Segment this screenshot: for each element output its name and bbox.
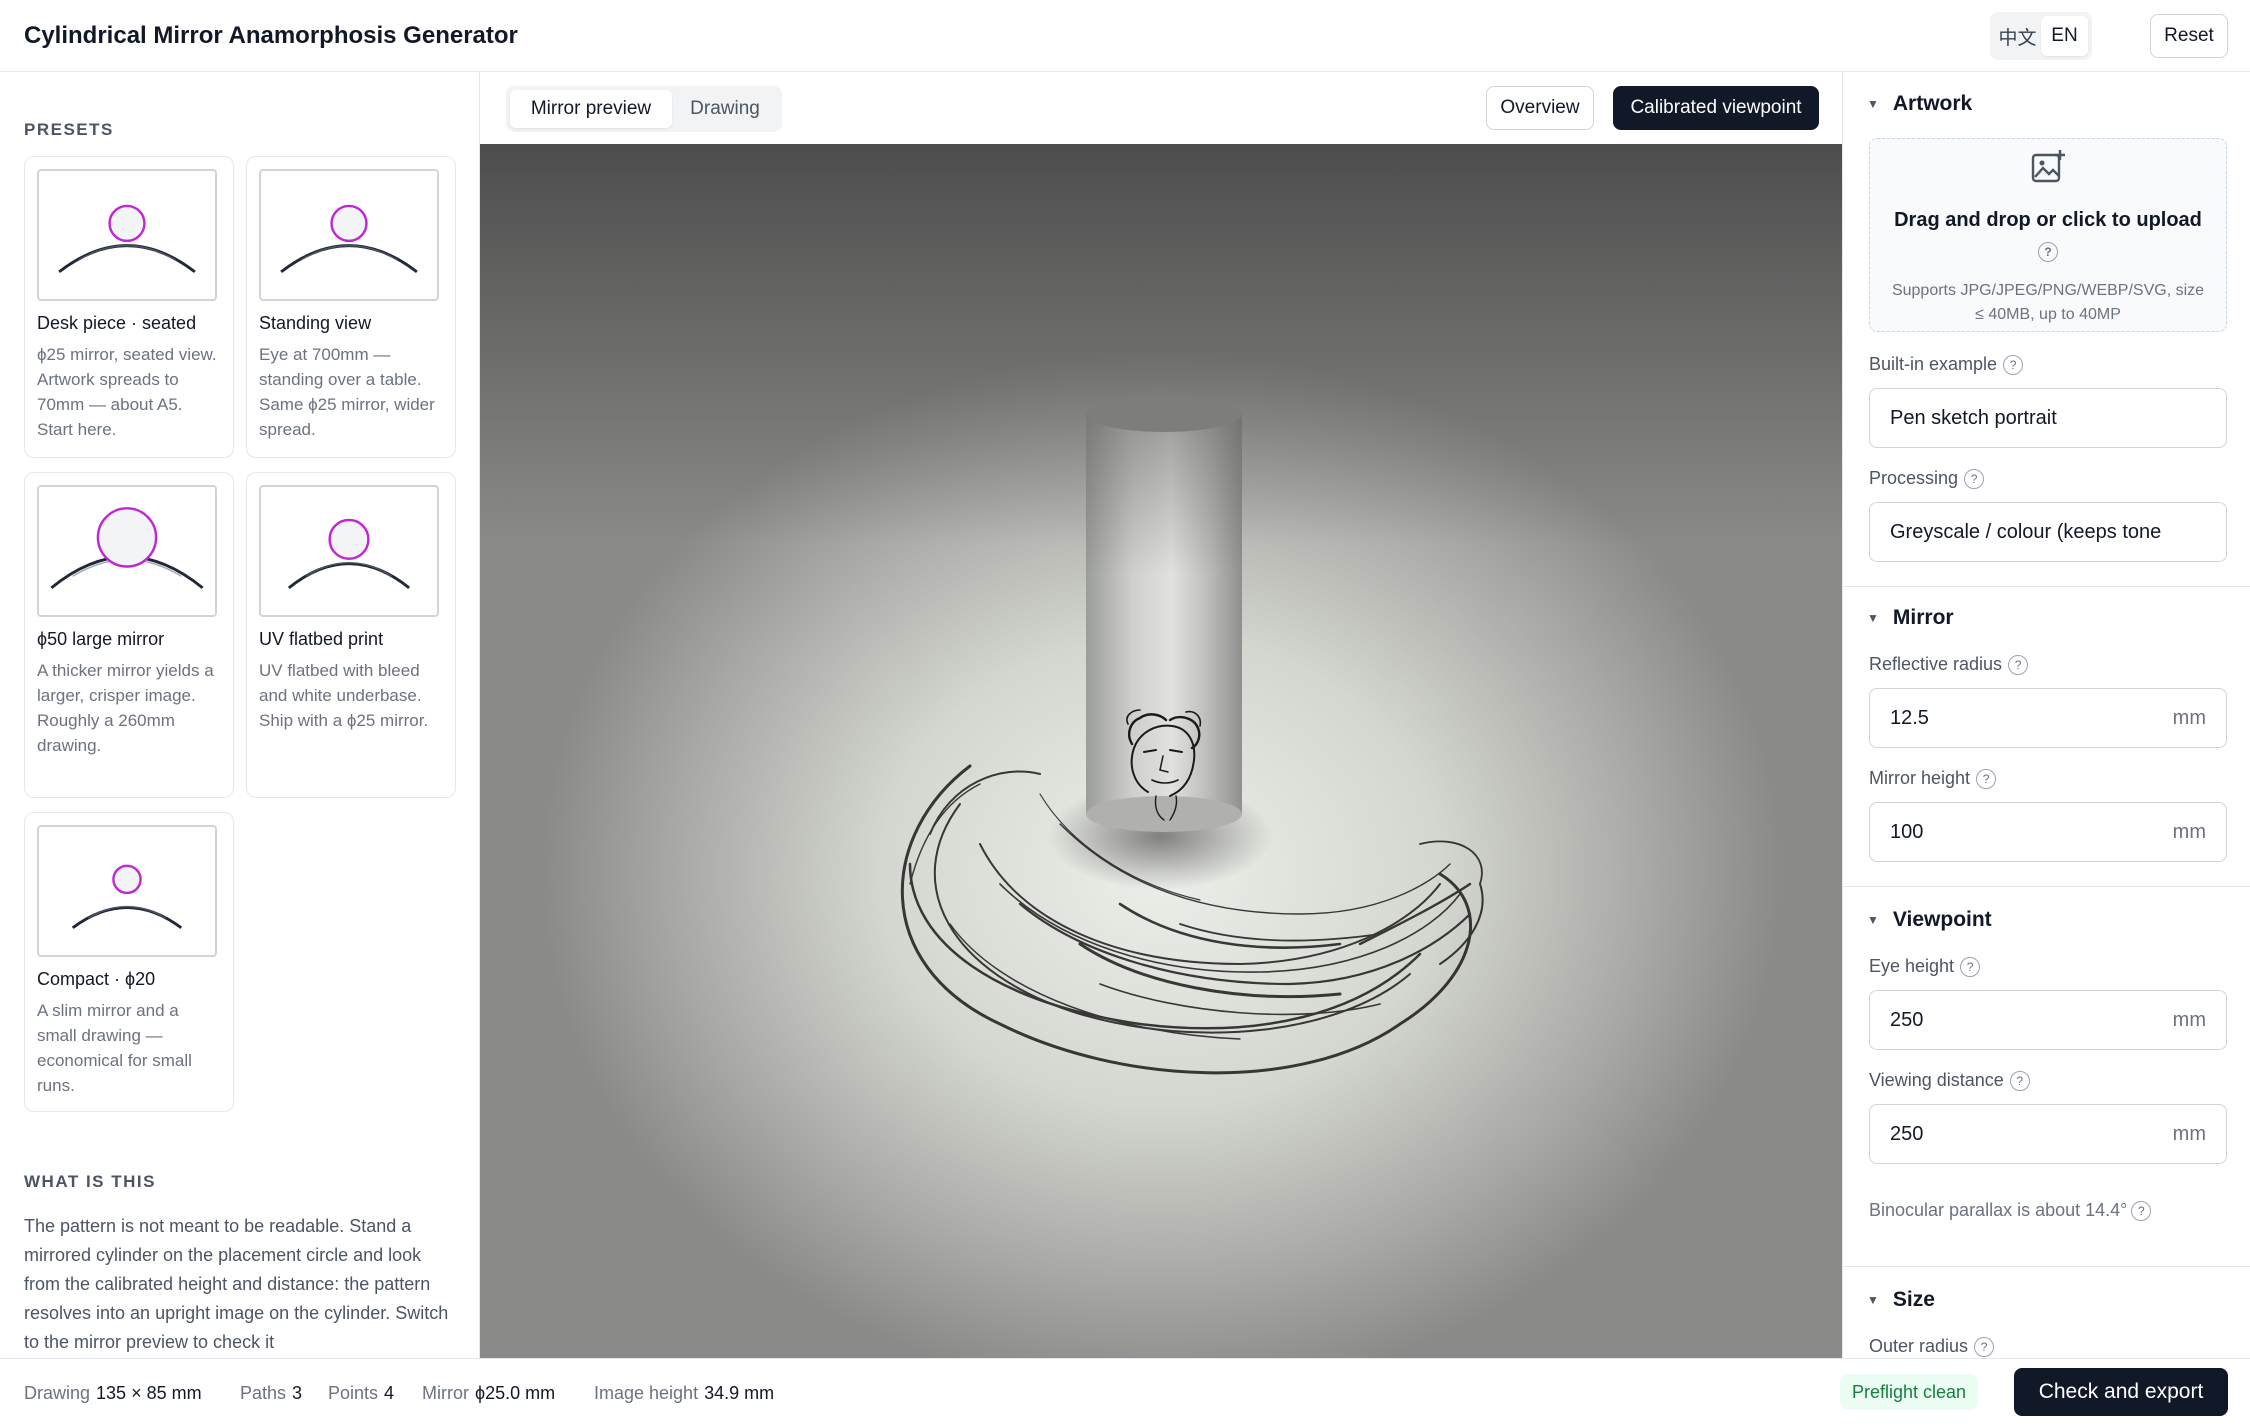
artwork-upload-dropzone[interactable]: Drag and drop or click to upload ? Suppo… — [1869, 138, 2227, 332]
section-title: Viewpoint — [1892, 908, 1992, 931]
parallax-hint: Binocular parallax is about 14.4°? — [1869, 1200, 2152, 1221]
preset-thumbnail — [37, 485, 217, 617]
preview-area: Mirror preview Drawing Overview Calibrat… — [480, 72, 1842, 1358]
calibrated-viewpoint-button[interactable]: Calibrated viewpoint — [1613, 86, 1819, 130]
preset-thumbnail — [37, 825, 217, 957]
status-bar: Drawing 135 × 85 mm Paths 3 Points 4 Mirror… — [0, 1358, 2250, 1425]
artwork-section-toggle[interactable]: ▼ Artwork — [1867, 92, 1972, 116]
presets-heading: PRESETS — [24, 120, 114, 139]
preset-description: UV flatbed with bleed and white underbas… — [259, 661, 429, 730]
section-title: Mirror — [1892, 606, 1954, 629]
mirror-preview-canvas[interactable] — [480, 144, 1842, 1358]
tab-drawing[interactable]: Drawing — [672, 90, 778, 128]
preset-name: ϕ50 large mirror — [37, 629, 165, 649]
presets-sidebar: PRESETS Desk piece · seated ϕ25 mirror, … — [0, 72, 480, 1358]
mirror-section-toggle[interactable]: ▼ Mirror — [1867, 606, 1954, 630]
caret-down-icon: ▼ — [1867, 611, 1879, 625]
preset-thumbnail — [37, 169, 217, 301]
stat-paths: Paths 3 — [240, 1383, 303, 1403]
language-switch: 中文 EN — [1990, 12, 2092, 60]
preset-description: A slim mirror and a small drawing — econ… — [37, 1001, 192, 1095]
caret-down-icon: ▼ — [1867, 97, 1879, 111]
about-heading: WHAT IS THIS — [24, 1172, 156, 1191]
viewpoint-section-toggle[interactable]: ▼ Viewpoint — [1867, 908, 1992, 932]
stat-points: Points 4 — [328, 1383, 395, 1403]
help-icon[interactable]: ? — [2003, 354, 2024, 375]
section-divider — [1843, 886, 2250, 887]
eye-height-input[interactable]: 250 mm — [1869, 990, 2227, 1050]
tab-mirror-preview[interactable]: Mirror preview — [510, 90, 672, 128]
processing-label: Processing? — [1869, 468, 1985, 489]
processing-select[interactable]: Greyscale / colour (keeps tone — [1869, 502, 2227, 562]
preset-name: Standing view — [259, 313, 372, 333]
preset-card-large-mirror[interactable]: ϕ50 large mirror A thicker mirror yields… — [24, 472, 234, 798]
section-title: Size — [1892, 1288, 1935, 1311]
image-upload-icon — [2031, 150, 2065, 183]
section-divider — [1843, 1266, 2250, 1267]
check-export-button[interactable]: Check and export — [2014, 1368, 2228, 1416]
mirror-scene — [901, 396, 1484, 1075]
lang-zh-button[interactable]: 中文 — [1994, 16, 2041, 56]
reflective-radius-input[interactable]: 12.5 mm — [1869, 688, 2227, 748]
help-icon[interactable]: ? — [1974, 1336, 1995, 1357]
help-icon[interactable]: ? — [2038, 242, 2058, 262]
help-icon[interactable]: ? — [2009, 1070, 2030, 1091]
example-select[interactable]: Pen sketch portrait — [1869, 388, 2227, 448]
stat-drawing: Drawing 135 × 85 mm — [24, 1383, 202, 1403]
help-icon[interactable]: ? — [1960, 956, 1981, 977]
help-icon[interactable]: ? — [1964, 468, 1985, 489]
preset-name: Desk piece · seated — [37, 313, 197, 333]
viewing-distance-input[interactable]: 250 mm — [1869, 1104, 2227, 1164]
preset-description: ϕ25 mirror, seated view. Artwork spreads… — [37, 345, 217, 439]
about-text: The pattern is not meant to be readable.… — [24, 1216, 449, 1352]
preset-card-uv-flatbed[interactable]: UV flatbed print UV flatbed with bleed a… — [246, 472, 456, 798]
app-title: Cylindrical Mirror Anamorphosis Generato… — [24, 22, 518, 49]
preset-name: UV flatbed print — [259, 629, 384, 649]
overview-button[interactable]: Overview — [1486, 86, 1594, 130]
view-mode-tabs: Mirror preview Drawing — [506, 86, 782, 132]
help-icon[interactable]: ? — [2008, 654, 2029, 675]
preset-card-compact[interactable]: Compact · ϕ20 A slim mirror and a small … — [24, 812, 234, 1112]
mirror-height-label: Mirror height? — [1869, 768, 1997, 789]
preset-thumbnail — [259, 485, 439, 617]
eye-height-label: Eye height? — [1869, 956, 1981, 977]
stat-image-height: Image height 34.9 mm — [594, 1383, 775, 1403]
upload-hint: Supports JPG/JPEG/PNG/WEBP/SVG, size ≤ 4… — [1891, 282, 2205, 323]
mirror-height-input[interactable]: 100 mm — [1869, 802, 2227, 862]
viewing-distance-label: Viewing distance? — [1869, 1070, 2030, 1091]
stat-mirror: Mirror ϕ25.0 mm — [422, 1383, 556, 1403]
example-label: Built-in example? — [1869, 354, 2024, 375]
preset-description: A thicker mirror yields a larger, crispe… — [37, 661, 214, 755]
caret-down-icon: ▼ — [1867, 1293, 1879, 1307]
section-divider — [1843, 586, 2250, 587]
size-section-toggle[interactable]: ▼ Size — [1867, 1288, 1935, 1312]
upload-title: Drag and drop or click to upload ? — [1890, 205, 2206, 265]
preview-toolbar: Mirror preview Drawing Overview Calibrat… — [480, 72, 1842, 144]
preset-name: Compact · ϕ20 — [37, 969, 156, 989]
help-icon[interactable]: ? — [1976, 768, 1997, 789]
preset-description: Eye at 700mm — standing over a table. Sa… — [259, 345, 435, 439]
section-title: Artwork — [1892, 92, 1973, 115]
lang-en-button[interactable]: EN — [2041, 16, 2088, 56]
preset-card-desk[interactable]: Desk piece · seated ϕ25 mirror, seated v… — [24, 156, 234, 458]
radius-label: Reflective radius? — [1869, 654, 2029, 675]
help-icon[interactable]: ? — [2131, 1200, 2152, 1221]
settings-panel: ▼ Artwork Drag and drop or click to uplo… — [1842, 72, 2250, 1358]
outer-radius-label: Outer radius? — [1869, 1336, 1995, 1357]
app-header: Cylindrical Mirror Anamorphosis Generato… — [0, 0, 2250, 72]
preflight-badge: Preflight clean — [1840, 1374, 1979, 1410]
reset-button[interactable]: Reset — [2150, 14, 2228, 58]
preset-thumbnail — [259, 169, 439, 301]
caret-down-icon: ▼ — [1867, 913, 1879, 927]
preset-card-standing[interactable]: Standing view Eye at 700mm — standing ov… — [246, 156, 456, 458]
